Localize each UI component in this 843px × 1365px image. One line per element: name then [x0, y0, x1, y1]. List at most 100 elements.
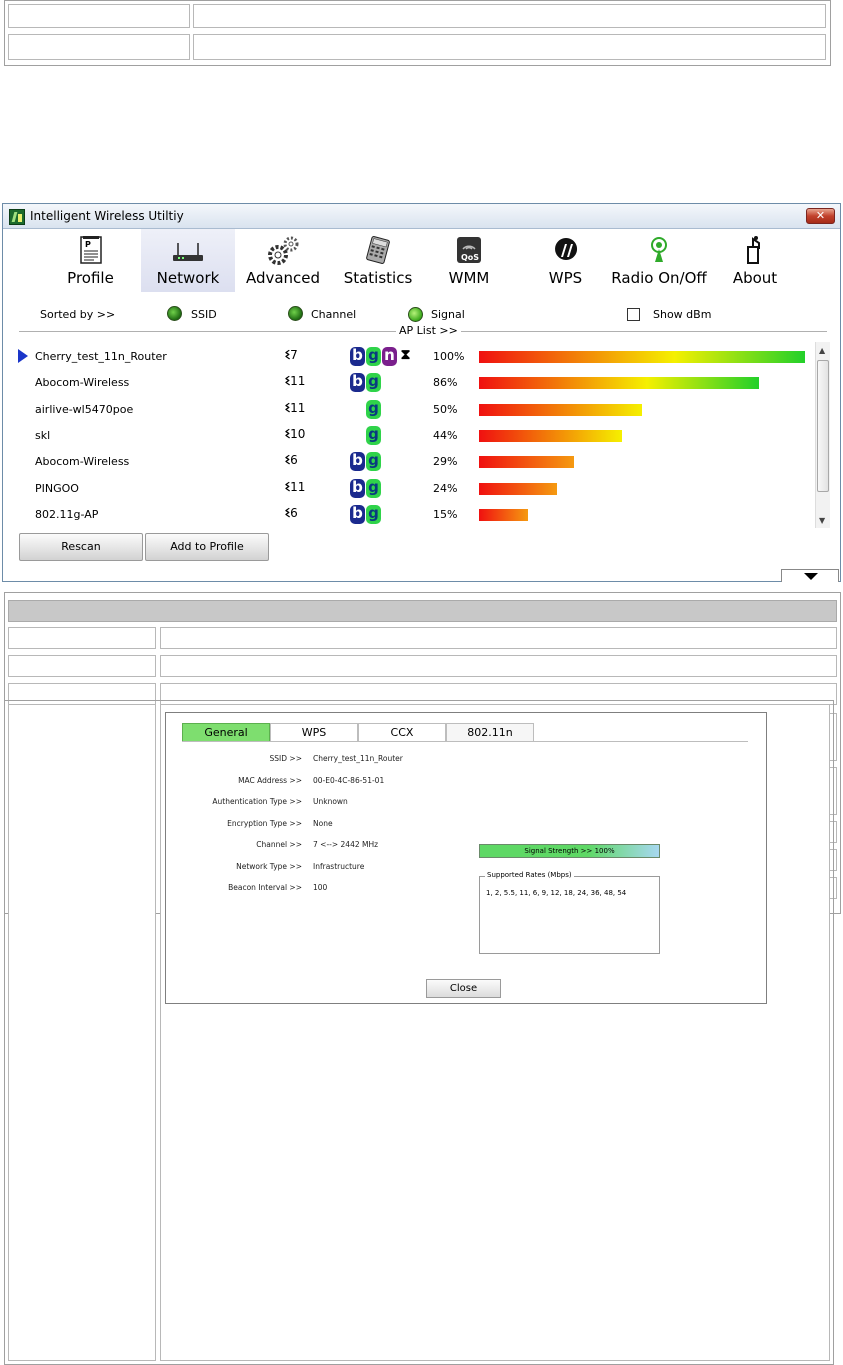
signal-percent: 24% — [433, 481, 458, 495]
sort-ssid-radio[interactable] — [167, 306, 182, 321]
top-table-cell — [8, 4, 190, 28]
tab-general[interactable]: General — [182, 723, 270, 741]
mode-g-icon: g — [366, 347, 381, 366]
channel-number: 6 — [290, 453, 298, 468]
ap-ssid: airlive-wl5470poe — [35, 402, 134, 416]
channel-number: 11 — [290, 479, 306, 494]
mode-b-icon: b — [350, 504, 365, 524]
top-table-cell — [193, 34, 826, 60]
ap-ssid: Abocom-Wireless — [35, 376, 130, 390]
signal-percent: 86% — [433, 376, 458, 390]
signal-strength-bar: Signal Strength >> 100% — [479, 844, 660, 858]
mode-g-icon: g — [366, 452, 381, 472]
add-to-profile-button[interactable]: Add to Profile — [145, 533, 269, 561]
sort-channel-label[interactable]: Channel — [311, 308, 356, 321]
signal-percent: 44% — [433, 428, 458, 442]
ap-ssid: Abocom-Wireless — [35, 455, 130, 469]
detail-value: 00-E0-4C-86-51-01 — [313, 775, 385, 785]
sort-signal-radio[interactable] — [408, 307, 423, 322]
signal-bar — [479, 456, 574, 469]
expand-down-icon[interactable] — [781, 569, 839, 582]
ap-channel: ଽ11 — [285, 373, 305, 389]
detail-value: 100 — [313, 883, 328, 892]
mode-g-icon: g — [366, 373, 381, 393]
rescan-button[interactable]: Rescan — [19, 533, 143, 561]
ap-channel: ଽ11 — [285, 479, 305, 495]
dialog-close-button[interactable]: Close — [426, 979, 501, 998]
ap-row[interactable]: 802.11g-AP ଽ6 b g 15% — [13, 501, 813, 527]
top-table-cell — [193, 4, 826, 28]
signal-percent: 15% — [433, 507, 458, 521]
mode-b-icon: b — [350, 373, 365, 393]
ap-row[interactable]: PINGOO ଽ11 b g 24% — [13, 475, 813, 501]
ap-ssid: Cherry_test_11n_Router — [35, 350, 167, 363]
signal-bar — [479, 429, 622, 442]
signal-bar — [479, 351, 805, 363]
detail-key: Encryption Type >> — [227, 818, 302, 828]
detail-key: Beacon Interval >> — [228, 883, 302, 892]
sort-ssid-label[interactable]: SSID — [191, 308, 217, 321]
ap-row[interactable]: skl ଽ10 g 44% — [13, 422, 813, 448]
channel-number: 6 — [290, 505, 298, 520]
show-dbm-checkbox[interactable] — [627, 308, 640, 321]
ap-detail-dialog: General WPS CCX 802.11n SSID >> Cherry_te… — [165, 712, 767, 1004]
sorted-by-label: Sorted by >> — [40, 308, 116, 321]
mode-b-icon: b — [350, 452, 365, 472]
ap-row[interactable]: Abocom-Wireless ଽ6 b g 29% — [13, 448, 813, 474]
sort-bar: Sorted by >> SSID Channel Signal Show dB… — [3, 204, 840, 337]
vertical-scrollbar[interactable]: ▲ ▼ — [815, 342, 830, 528]
ap-list: Cherry_test_11n_Router ଽ7 b g n ⧗ 100% Abocom-W… — [13, 342, 813, 528]
detail-key: MAC Address >> — [238, 775, 302, 785]
detail-key: Authentication Type >> — [212, 797, 302, 806]
ap-channel: ଽ6 — [285, 505, 298, 521]
detail-value: None — [313, 818, 333, 828]
channel-number: 11 — [290, 374, 306, 389]
top-table — [4, 0, 831, 66]
channel-number: 10 — [290, 426, 306, 441]
ap-row[interactable]: Cherry_test_11n_Router ଽ7 b g n ⧗ 100% — [13, 343, 813, 369]
detail-key: Channel >> — [256, 840, 302, 849]
signal-bar — [479, 482, 557, 495]
show-dbm-label[interactable]: Show dBm — [653, 308, 711, 321]
signal-bar — [479, 377, 759, 390]
supported-rates-value: 1, 2, 5.5, 11, 6, 9, 12, 18, 24, 36, 48,… — [486, 889, 627, 897]
mode-g-icon: g — [366, 399, 381, 419]
table-header-bar — [8, 600, 837, 622]
supported-rates-box: Supported Rates (Mbps) 1, 2, 5.5, 11, 6,… — [479, 871, 660, 954]
tab-80211n[interactable]: 802.11n — [446, 723, 534, 741]
table-cell — [160, 655, 837, 677]
scroll-down-icon[interactable]: ▼ — [819, 516, 825, 525]
supported-rates-label: Supported Rates (Mbps) — [485, 871, 574, 879]
mode-n-icon: n — [382, 347, 397, 366]
selected-row-icon — [18, 349, 28, 363]
signal-percent: 50% — [433, 402, 458, 416]
scroll-up-icon[interactable]: ▲ — [819, 346, 825, 355]
mode-b-icon: b — [350, 478, 365, 498]
tab-divider — [182, 741, 748, 742]
signal-percent: 100% — [433, 350, 465, 363]
ap-row[interactable]: Abocom-Wireless ଽ11 b g 86% — [13, 369, 813, 395]
channel-number: 11 — [290, 400, 306, 415]
detail-key: SSID >> — [269, 754, 302, 763]
mode-wps-icon: ⧗ — [400, 347, 411, 363]
ap-channel: ଽ7 — [285, 347, 298, 363]
channel-number: 7 — [290, 348, 298, 362]
ap-ssid: 802.11g-AP — [35, 507, 99, 521]
mode-g-icon: g — [366, 425, 381, 445]
mode-g-icon: g — [366, 504, 381, 524]
ap-row[interactable]: airlive-wl5470poe ଽ11 g 50% — [13, 396, 813, 422]
detail-key: Network Type >> — [236, 861, 302, 871]
tab-wps-detail[interactable]: WPS — [270, 723, 358, 741]
sort-channel-radio[interactable] — [288, 306, 303, 321]
detail-value: 7 <--> 2442 MHz — [313, 840, 379, 849]
detail-value: Cherry_test_11n_Router — [313, 754, 403, 763]
ap-ssid: PINGOO — [35, 481, 79, 495]
ap-list-label: AP List >> — [396, 324, 461, 337]
tab-ccx[interactable]: CCX — [358, 723, 446, 741]
scroll-thumb[interactable] — [817, 360, 829, 492]
sort-signal-label[interactable]: Signal — [431, 308, 465, 321]
ap-ssid: skl — [35, 428, 51, 442]
mode-b-icon: b — [350, 347, 365, 366]
table-cell — [8, 627, 156, 649]
app-window: Intelligent Wireless Utiltiy ✕ P Profile… — [2, 203, 841, 582]
